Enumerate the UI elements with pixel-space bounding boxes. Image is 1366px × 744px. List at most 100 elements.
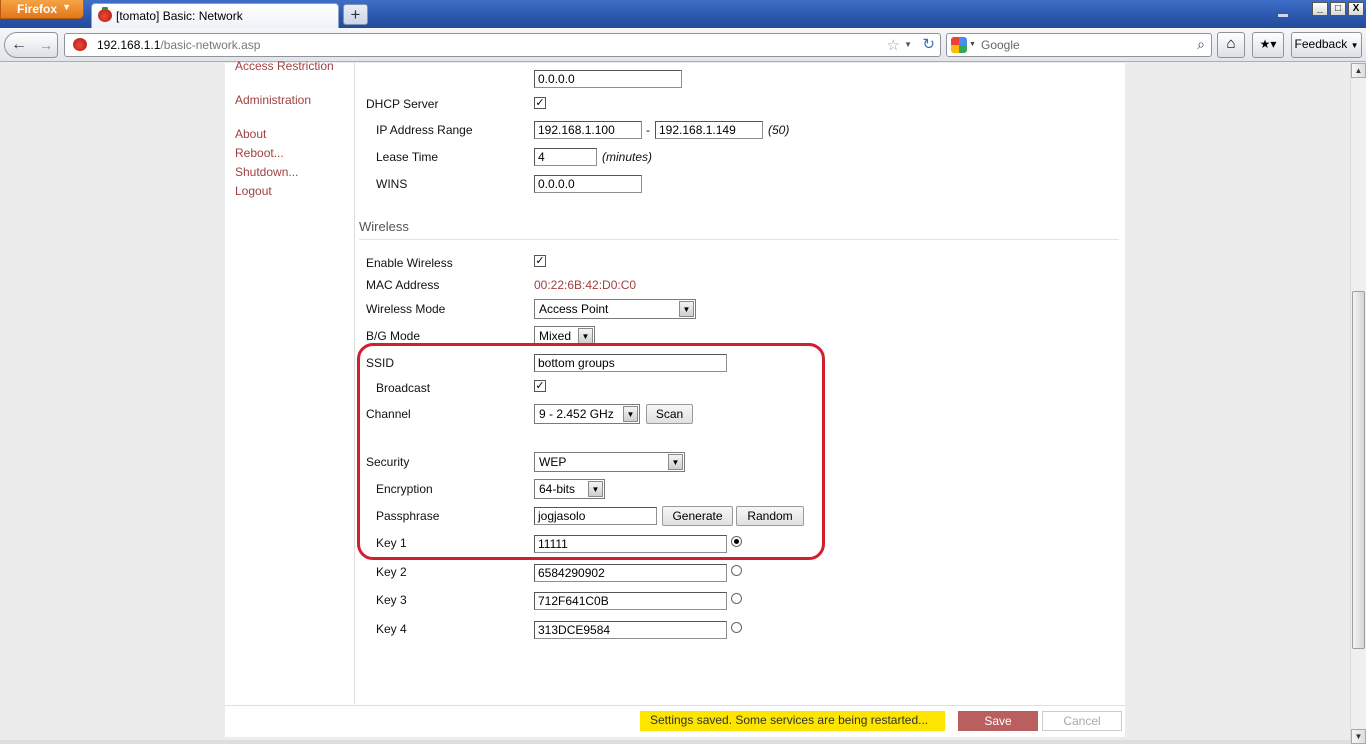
sidebar-divider	[354, 63, 355, 704]
url-path: /basic-network.asp	[160, 38, 261, 52]
ssid-label: SSID	[366, 356, 395, 370]
broadcast-checkbox[interactable]: ✓	[534, 380, 546, 392]
broadcast-label: Broadcast	[376, 381, 431, 395]
google-engine-icon[interactable]	[951, 37, 967, 53]
bookmarks-star-icon: ★▾	[1259, 37, 1277, 51]
window-titlebar: Firefox ▼ [tomato] Basic: Network + ▬ _ …	[0, 0, 1366, 28]
dhcp-server-checkbox[interactable]: ✓	[534, 97, 546, 109]
encryption-label: Encryption	[376, 482, 433, 496]
status-bar	[0, 740, 1350, 744]
reload-icon[interactable]: ↻	[922, 35, 935, 53]
encryption-select[interactable]: 64-bits ▼	[534, 479, 605, 499]
tomato-favicon-icon	[98, 7, 112, 22]
navigation-toolbar: ← → 192.168.1.1/basic-network.asp ☆ ▼ ↻ …	[0, 28, 1366, 62]
channel-label: Channel	[366, 407, 411, 421]
key-4-label: Key 4	[376, 622, 407, 636]
bg-mode-value: Mixed	[539, 329, 572, 343]
forward-arrow-icon[interactable]: →	[39, 37, 53, 53]
chevron-down-icon: ▼	[623, 406, 638, 422]
chevron-down-icon: ▼	[62, 2, 71, 12]
sidebar-item-about[interactable]: About	[235, 127, 266, 141]
search-bar[interactable]: ▼ Google ⌕	[946, 33, 1212, 57]
scroll-up-icon[interactable]: ▲	[1351, 63, 1366, 78]
site-favicon-icon	[73, 38, 87, 51]
generate-button[interactable]: Generate	[662, 506, 733, 526]
firefox-menu-button[interactable]: Firefox ▼	[0, 0, 84, 19]
sidebar-item-access-restriction[interactable]: Access Restriction	[235, 59, 334, 73]
section-divider	[359, 239, 1119, 240]
chevron-down-icon: ▼	[679, 301, 694, 317]
maximize-button[interactable]: □	[1330, 2, 1346, 16]
mac-address-label: MAC Address	[366, 278, 440, 292]
random-button[interactable]: Random	[736, 506, 804, 526]
status-message: Settings saved. Some services are being …	[640, 711, 945, 731]
bg-mode-label: B/G Mode	[366, 329, 421, 343]
key-1-label: Key 1	[376, 536, 407, 550]
vertical-scrollbar[interactable]: ▲ ▼	[1350, 63, 1366, 744]
close-button[interactable]: X	[1348, 2, 1364, 16]
passphrase-field[interactable]: jogjasolo	[534, 507, 657, 525]
save-button[interactable]: Save	[958, 711, 1038, 731]
wireless-mode-value: Access Point	[539, 302, 609, 316]
back-forward-group: ← →	[4, 32, 58, 58]
tab-title: [tomato] Basic: Network	[116, 9, 243, 23]
footer-divider	[225, 705, 1125, 706]
channel-select[interactable]: 9 - 2.452 GHz ▼	[534, 404, 640, 424]
cancel-button[interactable]: Cancel	[1042, 711, 1122, 731]
wireless-mode-select[interactable]: Access Point ▼	[534, 299, 696, 319]
home-button[interactable]: ⌂	[1217, 32, 1245, 58]
key-3-field[interactable]: 712F641C0B	[534, 592, 727, 610]
wireless-section-title: Wireless	[359, 219, 409, 234]
lease-time-unit: (minutes)	[602, 150, 653, 164]
chevron-down-icon: ▼	[578, 328, 593, 344]
key-1-radio[interactable]	[731, 536, 742, 547]
lease-time-field[interactable]: 4	[534, 148, 597, 166]
history-dropdown-icon[interactable]: ▼	[904, 40, 912, 49]
key-4-field[interactable]: 313DCE9584	[534, 621, 727, 639]
key-4-radio[interactable]	[731, 622, 742, 633]
chevron-down-icon: ▼	[588, 481, 603, 497]
dhcp-server-label: DHCP Server	[366, 97, 439, 111]
address-bar[interactable]: 192.168.1.1/basic-network.asp ☆ ▼ ↻	[64, 33, 941, 57]
scroll-thumb[interactable]	[1352, 291, 1365, 649]
key-3-label: Key 3	[376, 593, 407, 607]
scroll-down-icon[interactable]: ▼	[1351, 729, 1366, 744]
firefox-menu-label: Firefox	[17, 2, 58, 16]
chevron-down-icon: ▼	[668, 454, 683, 470]
ip-range-separator: -	[646, 123, 650, 137]
wireless-mode-label: Wireless Mode	[366, 302, 446, 316]
lease-time-label: Lease Time	[376, 150, 439, 164]
feedback-button[interactable]: Feedback ▼	[1291, 32, 1362, 58]
encryption-value: 64-bits	[539, 482, 576, 496]
wins-label: WINS	[376, 177, 408, 191]
ssid-field[interactable]: bottom groups	[534, 354, 727, 372]
bookmarks-button[interactable]: ★▾	[1252, 32, 1284, 58]
security-select[interactable]: WEP ▼	[534, 452, 685, 472]
ip-range-count: (50)	[768, 123, 790, 137]
wins-field[interactable]: 0.0.0.0	[534, 175, 642, 193]
feedback-label: Feedback	[1294, 37, 1348, 51]
new-tab-button[interactable]: +	[343, 4, 368, 25]
search-icon[interactable]: ⌕	[1197, 36, 1205, 53]
enable-wireless-checkbox[interactable]: ✓	[534, 255, 546, 267]
key-2-radio[interactable]	[731, 565, 742, 576]
enable-wireless-label: Enable Wireless	[366, 256, 453, 270]
engine-dropdown-icon[interactable]: ▼	[969, 41, 976, 48]
bookmark-star-icon[interactable]: ☆	[887, 36, 900, 54]
sidebar-item-logout[interactable]: Logout	[235, 184, 272, 198]
ip-range-end-field[interactable]: 192.168.1.149	[655, 121, 763, 139]
tab-basic-network[interactable]: [tomato] Basic: Network	[91, 3, 339, 28]
scan-button[interactable]: Scan	[646, 404, 693, 424]
list-tabs-icon[interactable]: ▬	[1278, 9, 1288, 20]
key-2-label: Key 2	[376, 565, 407, 579]
sidebar-item-administration[interactable]: Administration	[235, 93, 311, 107]
sidebar-item-shutdown[interactable]: Shutdown...	[235, 165, 298, 179]
key-3-radio[interactable]	[731, 593, 742, 604]
sidebar-item-reboot[interactable]: Reboot...	[235, 146, 284, 160]
ip-range-start-field[interactable]: 192.168.1.100	[534, 121, 642, 139]
minimize-button[interactable]: _	[1312, 2, 1328, 16]
key-1-field[interactable]: 11111	[534, 535, 727, 553]
key-2-field[interactable]: 6584290902	[534, 564, 727, 582]
back-arrow-icon[interactable]: ←	[11, 36, 27, 54]
dns-field[interactable]: 0.0.0.0	[534, 70, 682, 88]
